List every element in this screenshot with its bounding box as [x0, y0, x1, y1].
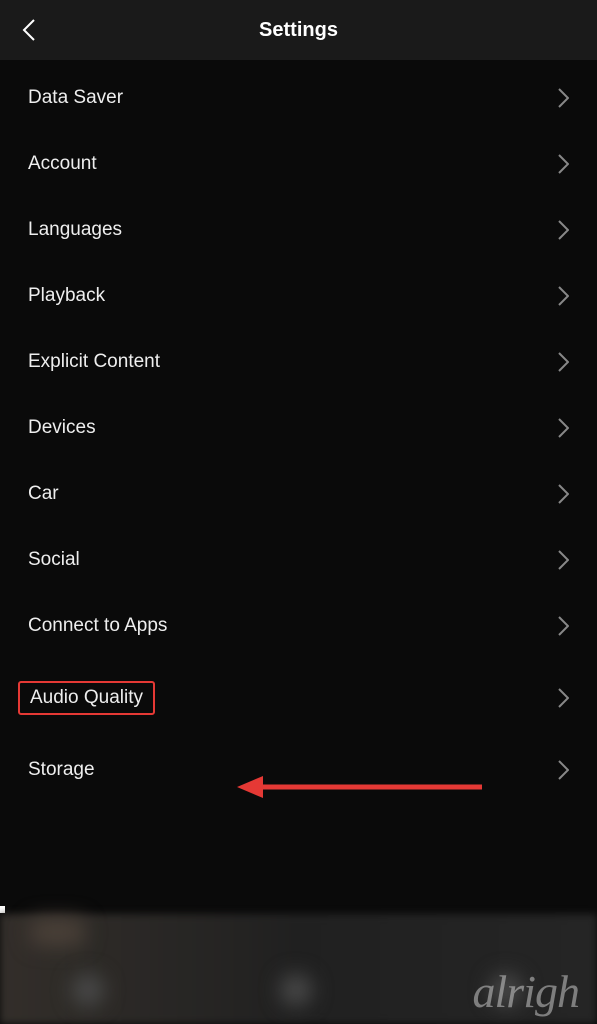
chevron-right-icon [558, 88, 569, 108]
settings-header: Settings [0, 0, 597, 60]
settings-item-label: Connect to Apps [28, 615, 167, 637]
blur-element [72, 974, 104, 1006]
chevron-right-icon [558, 616, 569, 636]
settings-item-audio-quality[interactable]: Audio Quality [0, 659, 597, 737]
chevron-right-icon [558, 220, 569, 240]
page-title: Settings [259, 19, 338, 42]
settings-item-label: Audio Quality [18, 681, 155, 715]
settings-item-label: Social [28, 549, 80, 571]
cursor-indicator [0, 906, 5, 913]
settings-item-car[interactable]: Car [0, 461, 597, 527]
settings-item-data-saver[interactable]: Data Saver [0, 65, 597, 131]
settings-item-languages[interactable]: Languages [0, 197, 597, 263]
chevron-right-icon [558, 550, 569, 570]
bottom-blur-overlay [0, 914, 597, 1024]
blur-element [490, 974, 522, 1006]
chevron-right-icon [558, 352, 569, 372]
settings-item-label: Devices [28, 417, 96, 439]
settings-item-label: Playback [28, 285, 105, 307]
chevron-right-icon [558, 688, 569, 708]
settings-item-social[interactable]: Social [0, 527, 597, 593]
settings-item-devices[interactable]: Devices [0, 395, 597, 461]
settings-item-label: Explicit Content [28, 351, 160, 373]
chevron-right-icon [558, 286, 569, 306]
settings-item-account[interactable]: Account [0, 131, 597, 197]
back-button[interactable] [20, 17, 38, 43]
settings-item-explicit-content[interactable]: Explicit Content [0, 329, 597, 395]
settings-list: Data Saver Account Languages Playback Ex… [0, 60, 597, 803]
settings-item-label: Car [28, 483, 59, 505]
chevron-right-icon [558, 154, 569, 174]
settings-item-label: Data Saver [28, 87, 123, 109]
chevron-right-icon [558, 484, 569, 504]
blur-element [30, 918, 85, 946]
settings-item-label: Storage [28, 759, 95, 781]
blur-element [280, 974, 312, 1006]
chevron-right-icon [558, 760, 569, 780]
settings-item-connect-to-apps[interactable]: Connect to Apps [0, 593, 597, 659]
settings-item-label: Languages [28, 219, 122, 241]
settings-item-label: Account [28, 153, 97, 175]
settings-item-storage[interactable]: Storage [0, 737, 597, 803]
chevron-right-icon [558, 418, 569, 438]
settings-item-playback[interactable]: Playback [0, 263, 597, 329]
